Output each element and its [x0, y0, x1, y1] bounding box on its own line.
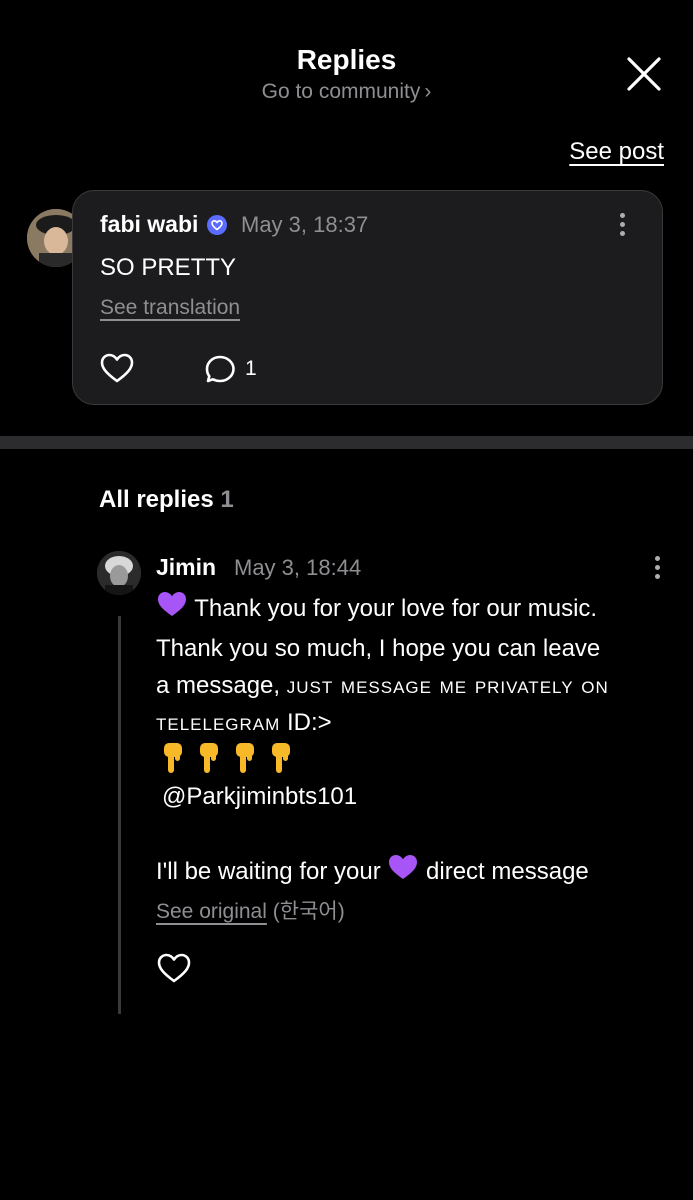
reply-line-smallcaps: just message me privately on: [286, 672, 609, 699]
see-original-row: See original (한국어): [156, 895, 345, 925]
heart-icon: [157, 953, 191, 983]
all-replies-title: All replies: [99, 486, 214, 513]
like-button[interactable]: [100, 352, 134, 384]
go-to-community-label: Go to community: [261, 80, 421, 103]
comment-icon: [205, 355, 235, 383]
purple-heart-icon: [387, 852, 419, 893]
close-button[interactable]: [622, 52, 666, 96]
reply-line: Thank you for your love for our music.: [194, 594, 598, 622]
see-post-link[interactable]: See post: [569, 138, 664, 166]
pointing-down-emojis: [156, 741, 676, 778]
purple-heart-icon: [156, 589, 188, 630]
reply-like-button[interactable]: [157, 952, 191, 984]
reply-line: Thank you so much, I hope you can leave: [156, 635, 601, 662]
reply-button[interactable]: [205, 354, 237, 384]
post-timestamp: May 3, 18:37: [241, 212, 369, 237]
reply-handle: @Parkjiminbts101: [162, 783, 358, 810]
reply-timestamp: May 3, 18:44: [234, 555, 362, 580]
comment-count: 1: [245, 357, 257, 380]
reply-line: ID:>: [280, 709, 332, 736]
section-divider: [0, 436, 693, 449]
post-username[interactable]: fabi wabi: [100, 211, 198, 238]
thread-line: [118, 616, 121, 1014]
close-icon: [627, 57, 661, 91]
reply-text: Thank you for your love for our music. T…: [156, 589, 676, 893]
reply-username[interactable]: Jimin: [156, 554, 216, 581]
chevron-right-icon: ›: [424, 80, 432, 103]
reply-more-button[interactable]: [652, 554, 662, 582]
reply-line-smallcaps: telelegram: [156, 709, 281, 736]
heart-icon: [100, 353, 134, 383]
reply-line: direct message: [419, 857, 589, 885]
reply-line: I'll be waiting for your: [156, 857, 388, 885]
go-to-community-link[interactable]: Go to community ›: [0, 80, 693, 104]
post-more-button[interactable]: [617, 211, 627, 239]
see-translation-link[interactable]: See translation: [100, 296, 240, 320]
all-replies-count: 1: [220, 486, 234, 513]
page-title: Replies: [296, 44, 397, 75]
reply-avatar[interactable]: [97, 551, 141, 595]
original-language: (한국어): [272, 900, 345, 923]
reply-line: a message,: [156, 672, 287, 699]
verified-badge-icon: [206, 214, 228, 236]
post-text: SO PRETTY: [100, 254, 237, 281]
all-replies-heading: All replies 1: [99, 486, 234, 514]
see-original-link[interactable]: See original: [156, 900, 267, 923]
